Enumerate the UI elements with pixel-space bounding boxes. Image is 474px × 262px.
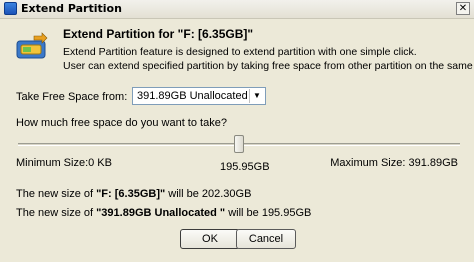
close-button[interactable]: ✕: [456, 2, 470, 15]
cancel-button[interactable]: Cancel: [236, 229, 296, 249]
dialog-heading: Extend Partition for "F: [6.35GB]": [63, 27, 254, 41]
partition-app-icon: [4, 2, 17, 15]
window-title: Extend Partition: [21, 2, 122, 15]
select-value: 391.89GB Unallocated: [137, 90, 248, 102]
amount-question: How much free space do you want to take?: [16, 117, 227, 129]
current-size-label: 195.95GB: [220, 161, 270, 173]
new-size-result-1: The new size of "F: [6.35GB]" will be 20…: [16, 188, 252, 200]
extend-partition-icon: [16, 32, 48, 59]
description-line-2: User can extend specified partition by t…: [63, 60, 474, 72]
minimum-size-label: Minimum Size:0 KB: [16, 157, 112, 169]
free-space-source-select[interactable]: 391.89GB Unallocated ▼: [132, 87, 266, 105]
chevron-down-icon[interactable]: ▼: [249, 89, 264, 103]
description-line-1: Extend Partition feature is designed to …: [63, 46, 417, 58]
size-slider-thumb[interactable]: [234, 135, 244, 153]
take-free-space-label: Take Free Space from:: [16, 91, 128, 103]
title-bar: Extend Partition ✕: [0, 0, 474, 19]
new-size-result-2: The new size of "391.89GB Unallocated " …: [16, 207, 312, 219]
ok-button[interactable]: OK: [180, 229, 240, 249]
maximum-size-label: Maximum Size: 391.89GB: [330, 157, 458, 169]
